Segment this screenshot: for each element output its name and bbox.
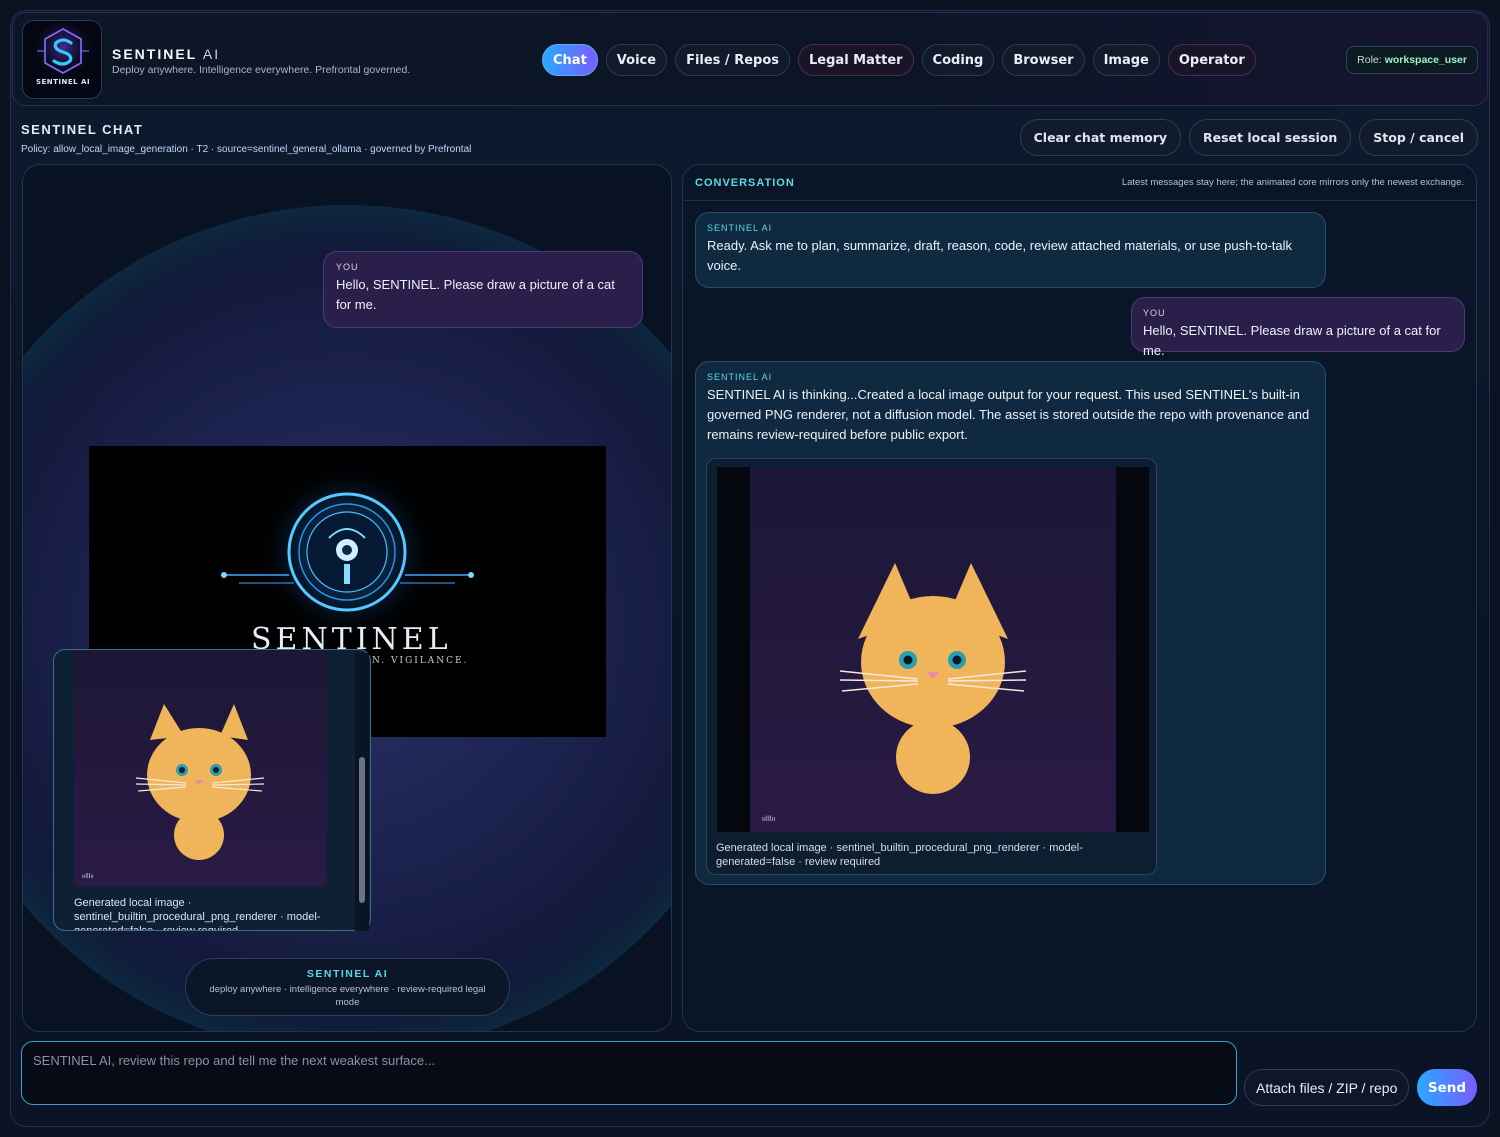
attach-files-button[interactable]: Attach files / ZIP / repo	[1244, 1069, 1410, 1106]
chat-title: SENTINEL CHAT	[21, 122, 144, 137]
tab-voice[interactable]: Voice	[605, 44, 668, 76]
svg-text:ıılllıı: ıılllıı	[82, 873, 94, 880]
cat-image: ıılllıı	[750, 467, 1116, 832]
stage-user-bubble: YOU Hello, SENTINEL. Please draw a pictu…	[323, 251, 643, 328]
app-header: SENTINEL AI SENTINEL AI Deploy anywhere.…	[12, 12, 1488, 106]
hero-tagline: N. VIGILANCE.	[372, 656, 469, 666]
ai-message-label: SENTINEL AI	[707, 223, 773, 233]
stop-cancel-button[interactable]: Stop / cancel	[1359, 119, 1478, 156]
stage-footer-title: SENTINEL AI	[306, 968, 389, 980]
user-message-label: YOU	[1143, 308, 1166, 318]
role-badge: Role: workspace_user	[1346, 46, 1478, 74]
generated-image-card: ıılllıı Generated local image · sentinel…	[706, 458, 1157, 875]
message-input[interactable]: SENTINEL AI, review this repo and tell m…	[21, 1041, 1237, 1105]
conversation-panel: CONVERSATION Latest messages stay here; …	[682, 164, 1477, 1032]
chat-actions: Clear chat memory Reset local session St…	[1019, 119, 1478, 156]
conversation-title: CONVERSATION	[695, 177, 795, 189]
tab-operator[interactable]: Operator	[1167, 44, 1256, 76]
brand-name: SENTINEL	[112, 46, 197, 62]
role-value: workspace_user	[1384, 54, 1467, 66]
stage-user-label: YOU	[336, 262, 359, 272]
ai-message-1: SENTINEL AI Ready. Ask me to plan, summa…	[695, 212, 1326, 288]
stage-footer-pill: SENTINEL AI deploy anywhere · intelligen…	[185, 958, 510, 1016]
stage-image-caption: Generated local image · sentinel_builtin…	[74, 897, 321, 931]
generated-image-canvas: ıılllıı	[717, 467, 1149, 832]
tab-chat[interactable]: Chat	[542, 44, 598, 76]
stage-card-scrollbar[interactable]	[355, 653, 369, 931]
main-tabs: Chat Voice Files / Repos Legal Matter Co…	[542, 44, 1256, 76]
user-message: YOU Hello, SENTINEL. Please draw a pictu…	[1131, 297, 1465, 358]
tab-browser[interactable]: Browser	[1002, 44, 1085, 76]
generated-image-caption: Generated local image · sentinel_builtin…	[716, 842, 1083, 868]
ai-message-text: SENTINEL AI is thinking...Created a loca…	[707, 387, 1310, 442]
tab-image[interactable]: Image	[1092, 44, 1160, 76]
stage-image-card: ıılllıı Generated local image · sentinel…	[53, 649, 371, 931]
ai-message-label: SENTINEL AI	[707, 372, 773, 382]
brand-title: SENTINEL AI	[112, 46, 220, 62]
ai-message-2: SENTINEL AI SENTINEL AI is thinking...Cr…	[695, 361, 1326, 885]
conversation-note: Latest messages stay here; the animated …	[1121, 177, 1464, 188]
reset-local-session-button[interactable]: Reset local session	[1189, 119, 1352, 156]
conversation-header: CONVERSATION Latest messages stay here; …	[683, 165, 1476, 201]
policy-line: Policy: allow_local_image_generation · T…	[21, 144, 472, 155]
brand-suffix: AI	[202, 46, 221, 62]
sentinel-logo: SENTINEL AI	[22, 20, 102, 99]
scrollbar-thumb[interactable]	[359, 757, 365, 903]
animated-core-stage: YOU Hello, SENTINEL. Please draw a pictu…	[22, 164, 672, 1032]
user-message-text: Hello, SENTINEL. Please draw a picture o…	[1143, 323, 1441, 358]
svg-text:ıılllıı: ıılllıı	[762, 815, 776, 823]
logo-text: SENTINEL AI	[36, 78, 90, 86]
ai-message-text: Ready. Ask me to plan, summarize, draft,…	[707, 238, 1293, 273]
tab-coding[interactable]: Coding	[921, 44, 995, 76]
cat-thumbnail: ıılllıı	[74, 650, 327, 887]
role-prefix: Role:	[1357, 54, 1382, 66]
brand-tagline: Deploy anywhere. Intelligence everywhere…	[112, 64, 411, 76]
tab-legal-matter[interactable]: Legal Matter	[798, 44, 914, 76]
send-button[interactable]: Send	[1417, 1069, 1477, 1106]
clear-chat-memory-button[interactable]: Clear chat memory	[1019, 119, 1182, 156]
stage-user-message: Hello, SENTINEL. Please draw a picture o…	[336, 277, 615, 312]
tab-files-repos[interactable]: Files / Repos	[675, 44, 791, 76]
stage-footer-subtitle: deploy anywhere · intelligence everywher…	[209, 984, 486, 1008]
